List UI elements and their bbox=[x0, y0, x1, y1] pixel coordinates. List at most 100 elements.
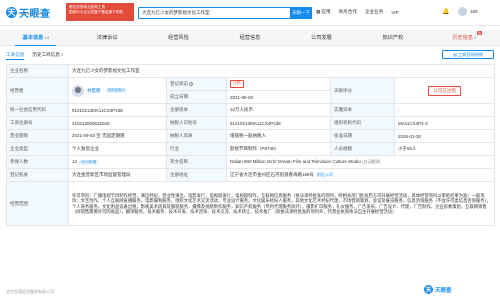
business-info-table: 企业名称 大连九亿少女的梦影视文化工作室 经营者 林夏鹏 实际控制人 登记状态?… bbox=[6, 64, 496, 226]
footer-logo-icon: 天 bbox=[424, 285, 433, 294]
industry: 影视节目制作（P8730） bbox=[226, 142, 331, 156]
tab-operation[interactable]: 经营信息 bbox=[214, 30, 285, 45]
promo-line-2: 国家中小企业发展子基金旗下机构 bbox=[69, 9, 123, 14]
footer-brand: 天 天眼查 bbox=[424, 285, 452, 294]
company-type: 个人独资企业 bbox=[68, 142, 167, 156]
tab-label: 经营信息 bbox=[239, 35, 261, 41]
tab-risk[interactable]: 经营风险 bbox=[143, 30, 214, 45]
label-company-name: 企业名称 bbox=[6, 64, 69, 78]
help-icon[interactable]: ? bbox=[189, 82, 193, 86]
search-button[interactable]: 天眼一下 bbox=[290, 7, 312, 19]
grid-icon: ▦ bbox=[316, 9, 321, 14]
label-tax-qualification: 纳税人资质 bbox=[166, 129, 227, 143]
label-org-code: 组织机构代码 bbox=[330, 116, 395, 130]
nav-business[interactable]: 商务合作 bbox=[339, 9, 357, 15]
reg-number: 210213000632025 bbox=[68, 116, 167, 130]
staff-scale: 小于50人 bbox=[393, 142, 496, 156]
subtab-history-business-info[interactable]: 历史工商信息2 bbox=[32, 52, 63, 60]
status-badge: 注销 bbox=[230, 80, 244, 88]
paid-capital: - bbox=[393, 103, 496, 117]
nav-vip[interactable]: VIP bbox=[391, 10, 398, 15]
seal-cell: 公司已注销 bbox=[393, 77, 496, 104]
subtab-label: 历史工商信息 bbox=[32, 52, 60, 57]
insured-count: 12 bbox=[72, 158, 78, 164]
approve-date: 2026-01-30 bbox=[393, 129, 496, 143]
subtab-business-info[interactable]: 工商信息 bbox=[6, 52, 25, 60]
main-tabs: 基本信息14 法律诉讼 经营风险 经营信息 公司发展 知识产权 历史信息2 热 bbox=[0, 30, 500, 46]
user-number[interactable]: 186 bbox=[470, 9, 478, 14]
label-capital: 注册资本 bbox=[166, 103, 227, 117]
search-input[interactable] bbox=[139, 8, 290, 18]
label-reg-number: 工商注册号 bbox=[6, 116, 69, 130]
app-menu-label: 应用 bbox=[321, 9, 331, 14]
legal-person-cell: 林夏鹏 实际控制人 bbox=[68, 77, 167, 104]
tab-history[interactable]: 历史信息2 热 bbox=[429, 30, 500, 45]
label-tax-id: 纳税人识别号 bbox=[166, 116, 227, 130]
label-term: 营业期限 bbox=[6, 129, 69, 143]
bell-icon[interactable]: 🔔 bbox=[442, 8, 449, 15]
tab-legal[interactable]: 法律诉讼 bbox=[71, 30, 142, 45]
org-code: MA11CX4P4-3 bbox=[393, 116, 496, 130]
label-status-text: 登记状态 bbox=[170, 81, 188, 86]
hot-badge: 热 bbox=[476, 31, 482, 35]
label-credit-code: 统一社会信用代码 bbox=[6, 103, 69, 117]
business-term: 2021-09-03 至 无固定期限 bbox=[68, 129, 167, 143]
tab-label: 历史信息 bbox=[452, 35, 473, 41]
established-date: 2021-09-03 bbox=[226, 90, 331, 104]
footer-brand-text: 天眼查 bbox=[435, 287, 452, 294]
legal-person-name[interactable]: 林夏鹏 bbox=[87, 88, 101, 94]
tax-id: 91210213MA11CX4P43E bbox=[226, 116, 331, 130]
sub-tabs: 工商信息 历史工商信息2 bbox=[6, 52, 64, 60]
company-name: 大连九亿少女的梦影视文化工作室 bbox=[67, 64, 496, 78]
label-status: 登记状态? bbox=[166, 77, 227, 91]
tab-count: 2 bbox=[474, 35, 477, 40]
nearby-companies-link[interactable]: 附近公司 bbox=[317, 172, 333, 177]
logo-mark-icon: 天 bbox=[6, 7, 17, 18]
annual-report-tag[interactable]: 2024年报 bbox=[79, 159, 99, 166]
label-address: 注册地址 bbox=[166, 168, 227, 182]
tab-label: 经营风险 bbox=[168, 35, 189, 41]
label-company-type: 企业类型 bbox=[6, 142, 69, 156]
legal-avatar[interactable] bbox=[72, 84, 84, 97]
tab-ip[interactable]: 知识产权 bbox=[357, 30, 428, 45]
controller-tag: 实际控制人 bbox=[105, 87, 128, 94]
tab-count: 14 bbox=[44, 35, 49, 40]
tax-qualification: 增值税一般纳税人 bbox=[226, 129, 331, 143]
label-approve-date: 核准日期 bbox=[330, 129, 395, 143]
auto-translate-note: (自动翻译) bbox=[362, 159, 381, 164]
top-nav: ▦ 应用 商务合作 企业业务 VIP bbox=[316, 9, 399, 15]
footer-company: 北京金堤征信服务有限公司 bbox=[6, 289, 54, 294]
user-avatar[interactable] bbox=[458, 7, 467, 16]
official-snapshot-label: 工商官网快照 bbox=[457, 51, 484, 57]
label-business-scope: 经营范围 bbox=[6, 181, 69, 226]
label-industry: 行业 bbox=[166, 142, 227, 156]
business-scope-cell: 许可项目：广播电视节目制作经营，演出经纪，营业性演出，电影发行，电视剧发行，电视… bbox=[67, 181, 496, 226]
english-name-cell: Dalian 900 Million Girls' Dream Film and… bbox=[225, 155, 496, 169]
document-icon: ▤ bbox=[452, 52, 457, 57]
label-insured: 参保人数 bbox=[6, 155, 69, 169]
search-box: 天眼一下 bbox=[138, 7, 312, 19]
promo-banner[interactable]: 都在用的商业查询工具 国家中小企业发展子基金旗下机构 bbox=[66, 3, 134, 21]
registered-address: 辽宁省大连市金州区石河街道春海路188号 bbox=[230, 172, 315, 177]
cancelled-seal: 公司已注销 bbox=[428, 85, 461, 96]
subtab-count: 2 bbox=[60, 52, 64, 57]
official-snapshot-button[interactable]: ▤ 工商官网快照 bbox=[442, 50, 494, 59]
tab-basic-info[interactable]: 基本信息14 bbox=[0, 30, 71, 46]
label-staff-scale: 人员规模 bbox=[330, 142, 395, 156]
address-cell: 辽宁省大连市金州区石河街道春海路188号 附近公司 bbox=[225, 168, 496, 182]
label-tyc-score: 天眼评分 bbox=[330, 77, 395, 104]
registered-capital: 10万人民币 bbox=[226, 103, 331, 117]
tab-label: 知识产权 bbox=[382, 35, 404, 41]
logo-subtitle: TianYanCha.com bbox=[18, 12, 45, 16]
insured-cell: 12 2024年报 bbox=[68, 155, 167, 169]
tab-label: 法律诉讼 bbox=[96, 35, 118, 41]
nav-enterprise[interactable]: 企业业务 bbox=[365, 9, 383, 15]
label-authority: 登记机关 bbox=[6, 168, 69, 182]
business-scope: 许可项目：广播电视节目制作经营，演出经纪，营业性演出，电影发行，电视剧发行，电视… bbox=[72, 192, 491, 214]
app-menu[interactable]: ▦ 应用 bbox=[316, 9, 331, 15]
label-established: 成立日期 bbox=[166, 90, 227, 104]
tab-development[interactable]: 公司发展 bbox=[286, 30, 357, 45]
label-legal-person: 经营者 bbox=[6, 77, 69, 104]
label-paid-capital: 实缴资本 bbox=[330, 103, 395, 117]
subtab-label: 工商信息 bbox=[6, 52, 25, 57]
